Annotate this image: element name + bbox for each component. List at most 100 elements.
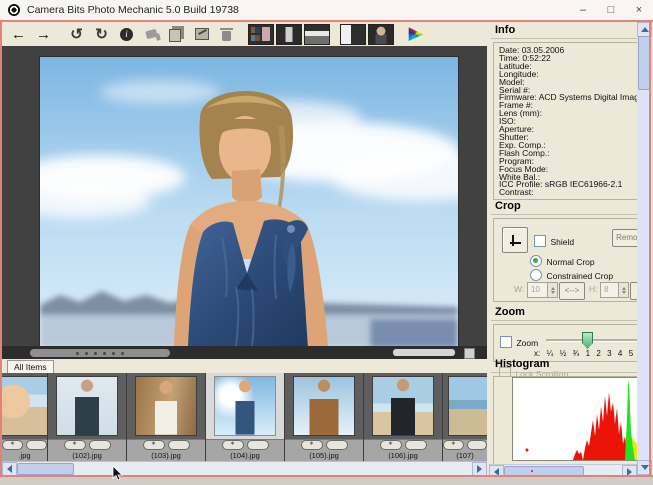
rating-button[interactable]: ∗	[64, 440, 86, 450]
back-button[interactable]: ←	[6, 23, 31, 45]
height-label: H:	[589, 284, 598, 294]
split-view-button[interactable]	[340, 24, 366, 45]
thumbnail-image[interactable]	[2, 377, 48, 435]
page-navigator[interactable]	[30, 349, 170, 357]
histogram-plot	[512, 377, 638, 461]
thumbnail-image[interactable]	[294, 377, 354, 435]
color-wheel-button[interactable]	[403, 23, 428, 45]
color-class-button[interactable]	[89, 440, 111, 450]
preview-resize-button[interactable]	[464, 348, 475, 359]
histogram-scroll-thumb[interactable]	[504, 466, 584, 475]
forward-button[interactable]: →	[31, 23, 56, 45]
contact-sheet-view-button[interactable]	[248, 24, 274, 45]
crop-box: Shield Remove Normal Crop Constrained Cr…	[493, 218, 639, 302]
scroll-left-button[interactable]	[489, 465, 504, 475]
width-label: W:	[514, 284, 524, 294]
filmstrip-scroll-thumb[interactable]	[17, 463, 74, 475]
scroll-left-button[interactable]	[2, 462, 17, 476]
info-button[interactable]: i	[114, 23, 139, 45]
delete-button[interactable]	[214, 23, 239, 45]
preview-pane	[2, 46, 487, 359]
filmstrip-item[interactable]: ∗ (103).jpg	[127, 373, 206, 461]
color-class-button[interactable]	[405, 440, 427, 450]
zoom-box: Zoom x:¼½¾123456	[493, 324, 639, 362]
preview-view-button[interactable]	[276, 24, 302, 45]
left-arrow-icon	[7, 465, 12, 473]
rating-button[interactable]: ∗	[443, 440, 464, 450]
filmstrip-item[interactable]: ∗ .jpg	[2, 373, 48, 461]
thumbnail-filename: (103).jpg	[127, 451, 205, 460]
toolbar: ← → ↺ ↻ i	[2, 22, 491, 46]
crop-header: Crop	[495, 200, 521, 212]
zoom-checkbox[interactable]	[500, 336, 512, 348]
height-stepper[interactable]: 8	[600, 282, 629, 298]
constrained-crop-radio[interactable]	[530, 269, 542, 281]
rating-button[interactable]: ∗	[2, 440, 23, 450]
zoom-scale-label: x:	[534, 349, 540, 358]
edit-icon	[195, 28, 209, 40]
thumbnail-filename: (107)	[443, 451, 487, 460]
scroll-right-button[interactable]	[472, 462, 487, 476]
stepper-arrows-icon[interactable]	[618, 283, 628, 297]
zoom-scale-label: 2	[596, 349, 600, 358]
thumbnail-image[interactable]	[373, 377, 433, 435]
maximize-button[interactable]: □	[597, 1, 625, 20]
filmstrip-scrollbar[interactable]	[2, 461, 487, 475]
filmstrip-item[interactable]: ∗ (104).jpg	[206, 373, 285, 461]
app-window: Camera Bits Photo Mechanic 5.0 Build 197…	[0, 0, 653, 485]
preview-hscroll-thumb[interactable]	[393, 349, 455, 356]
info-box: Date: 03.05.2006 Time: 0:52:22 Latitude:…	[493, 42, 644, 200]
color-class-button[interactable]	[168, 440, 190, 450]
color-class-button[interactable]	[247, 440, 269, 450]
right-arrow-icon	[477, 465, 482, 473]
edit-button[interactable]	[189, 23, 214, 45]
color-class-button[interactable]	[467, 440, 488, 450]
shield-checkbox[interactable]	[534, 235, 546, 247]
rating-button[interactable]: ∗	[380, 440, 402, 450]
stepper-arrows-icon[interactable]	[547, 283, 557, 297]
copy-icon	[169, 29, 181, 42]
main-photo	[40, 57, 458, 348]
copy-button[interactable]	[164, 23, 189, 45]
landscape-view-button[interactable]	[304, 24, 330, 45]
color-class-button[interactable]	[26, 440, 47, 450]
filmstrip-item[interactable]: ∗ (102).jpg	[48, 373, 127, 461]
thumbnail-image[interactable]	[449, 377, 487, 435]
rating-button[interactable]: ∗	[222, 440, 244, 450]
zoom-scale-labels: x:¼½¾123456	[534, 349, 644, 358]
thumbnail-image[interactable]	[215, 377, 275, 435]
title-bar: Camera Bits Photo Mechanic 5.0 Build 197…	[0, 0, 653, 21]
portrait-view-button[interactable]	[368, 24, 394, 45]
thumbnail-image[interactable]	[136, 377, 196, 435]
filmstrip-item[interactable]: ∗ (107)	[443, 373, 487, 461]
swap-dimensions-button[interactable]: <-->	[559, 282, 585, 300]
color-class-button[interactable]	[326, 440, 348, 450]
filmstrip-item[interactable]: ∗ (106).jpg	[364, 373, 443, 461]
rotate-ccw-button[interactable]: ↺	[64, 23, 89, 45]
rating-button[interactable]: ∗	[143, 440, 165, 450]
crop-tool-button[interactable]	[502, 227, 528, 253]
thumbnail-image[interactable]	[57, 377, 117, 435]
rating-button[interactable]: ∗	[301, 440, 323, 450]
reject-button[interactable]	[139, 23, 164, 45]
rotate-cw-button[interactable]: ↻	[89, 23, 114, 45]
filmstrip-item[interactable]: ∗ (105).jpg	[285, 373, 364, 461]
tab-all-items[interactable]: All Items	[7, 360, 54, 374]
zoom-scale-label: ¼	[547, 349, 554, 358]
zoom-slider-track[interactable]	[546, 339, 642, 342]
minimize-button[interactable]: –	[569, 1, 597, 20]
filmstrip: ∗ .jpg ∗ (102).jpg ∗	[2, 373, 487, 461]
zoom-checkbox-label: Zoom	[516, 338, 538, 348]
width-stepper[interactable]: 10	[527, 282, 558, 298]
zoom-slider-thumb[interactable]	[582, 332, 593, 349]
right-arrow-icon	[627, 468, 632, 475]
mouse-cursor	[112, 466, 123, 482]
thumbnail-filename: (104).jpg	[206, 451, 284, 460]
histogram-scrollbar[interactable]	[489, 464, 637, 475]
left-arrow-icon	[494, 468, 499, 475]
scroll-right-button[interactable]	[622, 465, 637, 475]
close-button[interactable]: ×	[625, 1, 653, 20]
info-field: Lens (mm):	[499, 110, 643, 118]
zoom-header: Zoom	[495, 306, 525, 318]
filmstrip-tab-bar: All Items	[2, 359, 487, 374]
